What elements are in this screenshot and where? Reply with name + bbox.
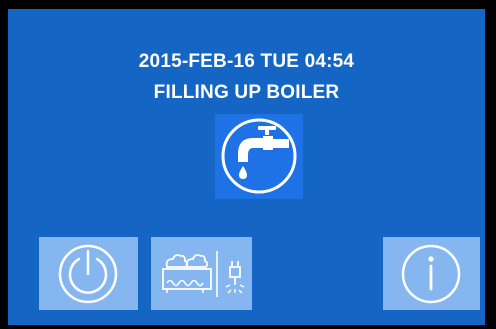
display-screen: 2015-FEB-16 TUE 04:54 FILLING UP BOILER xyxy=(8,9,485,325)
status-text: FILLING UP BOILER xyxy=(153,82,340,103)
water-tap-icon xyxy=(215,114,303,199)
heater-cleaning-power-icon xyxy=(162,251,245,297)
datetime-text: 2015-FEB-16 TUE 04:54 xyxy=(138,51,355,72)
info-icon xyxy=(401,244,461,304)
mode-button[interactable] xyxy=(151,237,252,310)
power-icon xyxy=(58,244,118,304)
power-button[interactable] xyxy=(39,237,138,310)
display-frame: 2015-FEB-16 TUE 04:54 FILLING UP BOILER xyxy=(0,0,496,329)
info-button[interactable] xyxy=(383,237,480,310)
